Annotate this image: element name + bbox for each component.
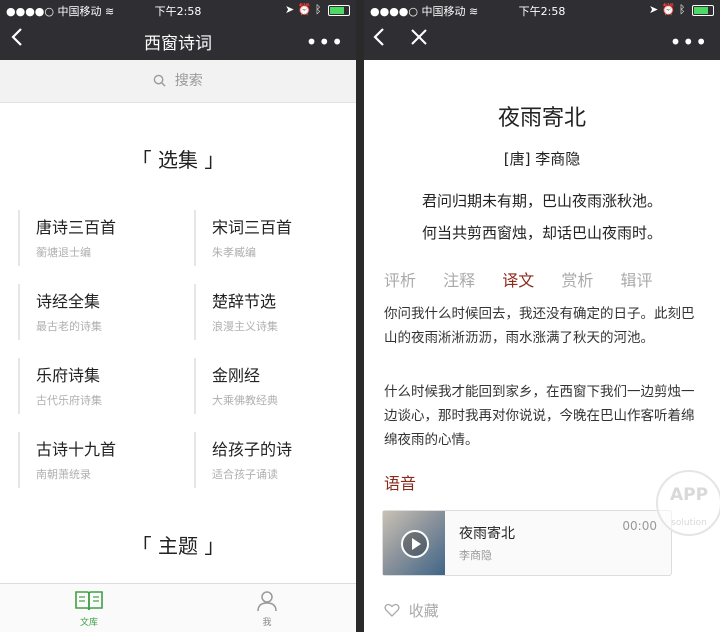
person-icon: [257, 591, 277, 612]
collection-title: 宋词三百首: [212, 218, 293, 237]
back-icon[interactable]: [372, 26, 388, 56]
page-title: 西窗诗词: [144, 34, 212, 54]
heart-icon: [384, 603, 400, 617]
collection-title: 给孩子的诗: [212, 440, 293, 459]
collection-subtitle: 最古老的诗集: [36, 320, 102, 333]
collection-item-yuefu[interactable]: 乐府诗集 古代乐府诗集: [18, 358, 168, 414]
collect-button[interactable]: 收藏: [384, 600, 439, 621]
search-icon: [153, 74, 166, 87]
more-icon[interactable]: •••: [306, 30, 344, 54]
search-placeholder: 搜索: [174, 73, 203, 89]
section-title-themes: 「 主题 」: [131, 534, 225, 558]
collection-subtitle: 大乘佛教经典: [212, 394, 278, 407]
tab-label: 文库: [79, 618, 98, 628]
tab-label: 我: [262, 618, 272, 628]
collection-item-song300[interactable]: 宋词三百首 朱孝臧编: [194, 210, 344, 266]
close-icon[interactable]: [410, 26, 428, 56]
translation-paragraph: 什么时候我才能回到家乡，在西窗下我们一边剪烛一边谈心，那时我再对你说说，今晚在巴…: [384, 384, 695, 448]
battery-icon: [328, 4, 350, 16]
collection-title: 乐府诗集: [36, 366, 101, 385]
alarm-icon: ⏰: [297, 3, 312, 16]
status-bar: ●●●●○ 中国移动 ≋ 下午2:58 ➤ ⏰ ᛒ: [364, 0, 720, 20]
location-icon: ➤: [284, 3, 295, 16]
tab-appreciation[interactable]: 赏析: [561, 271, 593, 290]
collection-item-chuci[interactable]: 楚辞节选 浪漫主义诗集: [194, 284, 344, 340]
collection-item-kids-poems[interactable]: 给孩子的诗 适合孩子诵读: [194, 432, 344, 488]
collection-title: 唐诗三百首: [36, 218, 117, 237]
collection-item-tang300[interactable]: 唐诗三百首 蘅塘退士编: [18, 210, 168, 266]
watermark-logo: APP solution: [656, 470, 720, 536]
more-icon[interactable]: •••: [670, 30, 708, 54]
audio-title: 夜雨寄北: [459, 526, 515, 542]
poem-line: 君问归期未有期，巴山夜雨涨秋池。: [421, 192, 662, 210]
collection-subtitle: 适合孩子诵读: [212, 468, 278, 481]
tab-bar: 文库 我: [0, 583, 356, 632]
collection-item-shijing[interactable]: 诗经全集 最古老的诗集: [18, 284, 168, 340]
tab-analysis[interactable]: 评析: [384, 271, 416, 290]
section-title-collections: 「 选集 」: [131, 148, 225, 172]
play-icon[interactable]: [401, 530, 429, 558]
audio-author: 李商隐: [459, 549, 492, 562]
location-icon: ➤: [648, 3, 659, 16]
tab-notes[interactable]: 注释: [443, 271, 475, 290]
collection-subtitle: 浪漫主义诗集: [212, 320, 278, 333]
audio-cover-image: [383, 511, 445, 575]
status-bar: ●●●●○ 中国移动 ≋ 下午2:58 ➤ ⏰ ᛒ: [0, 0, 356, 20]
collection-title: 古诗十九首: [36, 440, 117, 459]
tab-comments[interactable]: 辑评: [620, 271, 652, 290]
search-bar[interactable]: 搜索: [0, 60, 356, 103]
content-tabs: 评析 注释 译文 赏析 辑评: [384, 267, 674, 291]
poem-line: 何当共剪西窗烛，却话巴山夜雨时。: [421, 224, 662, 242]
collection-item-nineteen-poems[interactable]: 古诗十九首 南朝萧统录: [18, 432, 168, 488]
tab-library[interactable]: 文库: [59, 590, 119, 628]
translation-paragraph: 你问我什么时候回去，我还没有确定的日子。此刻巴山的夜雨淅淅沥沥，雨水涨满了秋天的…: [384, 306, 695, 346]
bluetooth-icon: ᛒ: [314, 3, 322, 16]
book-icon: [75, 591, 103, 611]
collect-label: 收藏: [408, 602, 439, 620]
collection-item-diamond-sutra[interactable]: 金刚经 大乘佛教经典: [194, 358, 344, 414]
audio-player[interactable]: 夜雨寄北 李商隐 00:00: [382, 510, 672, 576]
tab-me[interactable]: 我: [237, 590, 297, 628]
collection-title: 金刚经: [212, 366, 261, 385]
collection-title: 诗经全集: [36, 292, 101, 311]
bluetooth-icon: ᛒ: [678, 3, 686, 16]
tab-translation[interactable]: 译文: [502, 271, 534, 290]
library-screen: ●●●●○ 中国移动 ≋ 下午2:58 ➤ ⏰ ᛒ 西窗诗词 ••• 搜索 「 …: [0, 0, 356, 632]
collection-subtitle: 蘅塘退士编: [36, 246, 91, 259]
poem-detail-screen: ●●●●○ 中国移动 ≋ 下午2:58 ➤ ⏰ ᛒ ••• 夜雨寄北 [唐] 李…: [364, 0, 720, 632]
nav-bar: 西窗诗词 •••: [0, 20, 356, 60]
collection-subtitle: 朱孝臧编: [212, 246, 256, 259]
collection-subtitle: 古代乐府诗集: [36, 394, 102, 407]
nav-bar: •••: [364, 20, 720, 60]
poem-title: 夜雨寄北: [497, 106, 586, 131]
alarm-icon: ⏰: [661, 3, 676, 16]
audio-duration: 00:00: [622, 519, 657, 533]
collection-subtitle: 南朝萧统录: [36, 468, 91, 481]
collection-title: 楚辞节选: [212, 292, 277, 311]
audio-section-label: 语音: [384, 474, 417, 493]
poem-author: [唐] 李商隐: [503, 150, 581, 168]
battery-icon: [692, 4, 714, 16]
